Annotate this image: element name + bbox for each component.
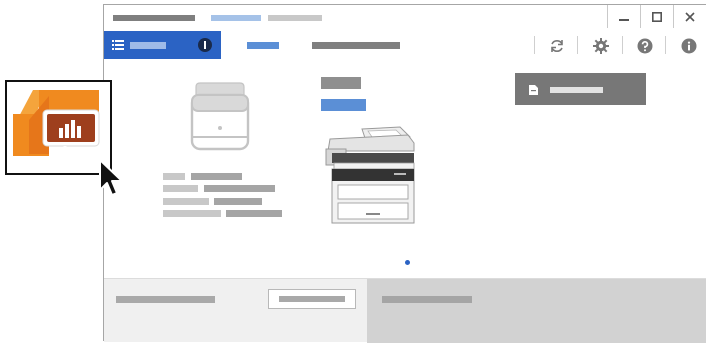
maximize-button[interactable] — [640, 5, 673, 28]
footer-bar — [104, 278, 706, 343]
app-tile[interactable] — [5, 80, 112, 175]
info-badge-icon — [198, 38, 212, 52]
app-window — [103, 4, 706, 343]
scan-document-button[interactable] — [515, 73, 646, 105]
close-button[interactable] — [673, 5, 706, 28]
info-icon — [681, 38, 697, 54]
printer-outline-icon — [190, 82, 250, 151]
help-button[interactable] — [637, 38, 653, 54]
footer-button[interactable] — [268, 289, 356, 309]
refresh-icon — [551, 40, 563, 52]
refresh-button[interactable] — [549, 38, 565, 54]
page-indicator-dot[interactable] — [405, 260, 410, 265]
presentation-chart-app-icon — [13, 90, 100, 158]
close-icon — [685, 11, 695, 22]
nav-menu-button[interactable] — [104, 31, 221, 59]
list-icon — [112, 40, 124, 50]
settings-button[interactable] — [593, 38, 609, 54]
help-icon — [637, 38, 653, 54]
minimize-icon — [619, 18, 629, 21]
minimize-button[interactable] — [607, 5, 640, 28]
gear-icon — [593, 38, 609, 54]
about-button[interactable] — [681, 38, 697, 54]
maximize-icon — [652, 11, 662, 22]
mouse-pointer-icon — [99, 159, 123, 196]
document-icon — [529, 85, 538, 95]
multifunction-printer-image — [325, 126, 415, 224]
footer-right-panel — [367, 279, 706, 343]
